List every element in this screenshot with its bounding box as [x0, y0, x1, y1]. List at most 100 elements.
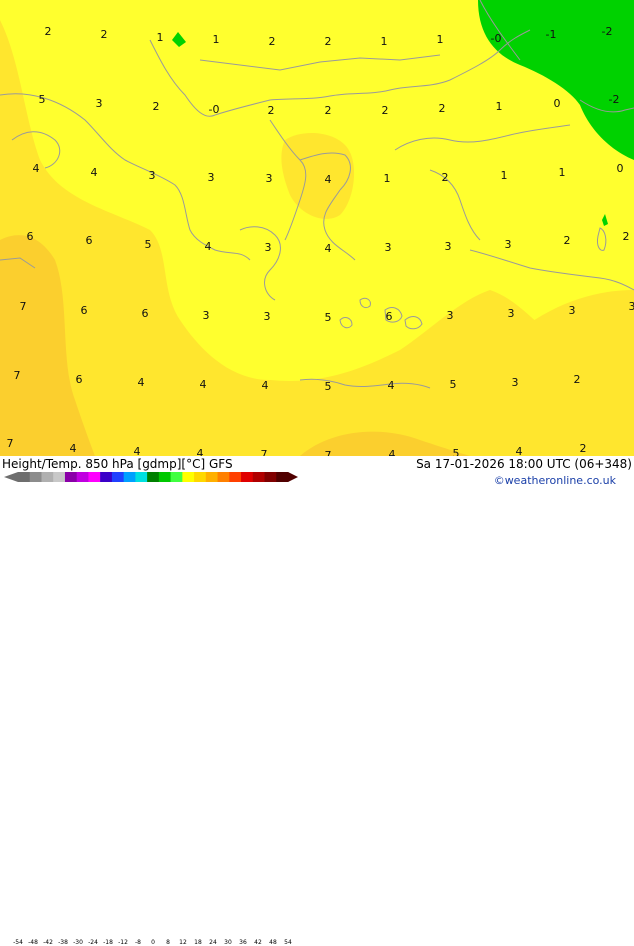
temp-label: 7	[325, 449, 332, 456]
scale-tick-label: 54	[284, 939, 292, 946]
scale-swatch	[77, 472, 89, 482]
temp-label: 4	[388, 379, 395, 392]
temp-label: 3	[265, 241, 272, 254]
temp-label: 4	[200, 378, 207, 391]
scale-swatch	[206, 472, 218, 482]
temp-label: 2	[269, 35, 276, 48]
scale-swatch	[53, 472, 65, 482]
credit-link[interactable]: ©weatheronline.co.uk	[494, 474, 616, 487]
temp-label: 6	[142, 307, 149, 320]
temp-label: 3	[447, 309, 454, 322]
scale-tick-label: 42	[254, 939, 262, 946]
temp-label: 7	[261, 448, 268, 456]
temp-label: 3	[505, 238, 512, 251]
scale-swatch	[124, 472, 136, 482]
temp-label: 2	[45, 25, 52, 38]
temp-label: -0	[209, 103, 220, 116]
scale-arrow-right	[288, 472, 298, 482]
scale-tick-label: -30	[73, 939, 83, 946]
color-scale-bar	[0, 471, 300, 483]
map-canvas: 22112211-0-1-2532-0222210-24433341211066…	[0, 0, 634, 456]
temp-label: 1	[381, 35, 388, 48]
temp-label: 4	[389, 448, 396, 456]
temp-label: 6	[27, 230, 34, 243]
temp-label: 5	[325, 311, 332, 324]
scale-swatch	[147, 472, 159, 482]
temp-label: 0	[617, 162, 624, 175]
temp-label: -1	[546, 28, 557, 41]
temp-label: 2	[574, 373, 581, 386]
scale-tick-label: -48	[28, 939, 38, 946]
scale-swatch	[194, 472, 206, 482]
temp-label: 2	[580, 442, 587, 455]
temp-label: 4	[138, 376, 145, 389]
temp-label: 2	[442, 171, 449, 184]
temp-label: 1	[501, 169, 508, 182]
temp-label: 3	[445, 240, 452, 253]
temp-label: 4	[134, 445, 141, 456]
temp-label: 2	[564, 234, 571, 247]
temp-label: 0	[554, 97, 561, 110]
scale-tick-label: 48	[269, 939, 277, 946]
temp-label: 2	[382, 104, 389, 117]
scale-swatch	[65, 472, 77, 482]
temp-label: -2	[602, 25, 613, 38]
scale-tick-label: 24	[209, 939, 217, 946]
scale-tick-label: -24	[88, 939, 98, 946]
scale-tick-label: -42	[43, 939, 53, 946]
scale-tick-label: -38	[58, 939, 68, 946]
temp-label: 1	[496, 100, 503, 113]
scale-swatch	[135, 472, 147, 482]
temp-label: 3	[385, 241, 392, 254]
temp-label: 4	[197, 447, 204, 456]
temp-label: 3	[512, 376, 519, 389]
map-datetime: Sa 17-01-2026 18:00 UTC (06+348)	[416, 457, 632, 471]
map-footer: Height/Temp. 850 hPa [gdmp][°C] GFS Sa 1…	[0, 456, 634, 490]
scale-swatch	[182, 472, 194, 482]
scale-tick-label: -18	[103, 939, 113, 946]
scale-swatch	[88, 472, 100, 482]
scale-arrow-left	[4, 472, 18, 482]
temp-label: 4	[33, 162, 40, 175]
temp-label: 3	[508, 307, 515, 320]
scale-swatch	[171, 472, 183, 482]
weather-map: 22112211-0-1-2532-0222210-24433341211066…	[0, 0, 634, 456]
scale-swatch	[218, 472, 230, 482]
map-title: Height/Temp. 850 hPa [gdmp][°C] GFS	[2, 457, 233, 471]
scale-tick-label: 30	[224, 939, 232, 946]
temp-label: 2	[623, 230, 630, 243]
temp-label: 4	[70, 442, 77, 455]
temp-label: 6	[86, 234, 93, 247]
temp-label: 2	[325, 104, 332, 117]
temp-label: -0	[491, 32, 502, 45]
scale-swatch	[253, 472, 265, 482]
temp-label: 3	[149, 169, 156, 182]
temp-label: 7	[7, 437, 14, 450]
temp-label: 1	[559, 166, 566, 179]
temp-label: 5	[145, 238, 152, 251]
temp-label: 3	[96, 97, 103, 110]
temp-label: 3	[266, 172, 273, 185]
temp-label: 1	[213, 33, 220, 46]
temp-label: 4	[325, 242, 332, 255]
scale-swatch	[41, 472, 53, 482]
temp-label: 2	[101, 28, 108, 41]
scale-swatch	[229, 472, 241, 482]
scale-tick-label: 0	[151, 939, 155, 946]
scale-tick-label: -12	[118, 939, 128, 946]
temp-label: 3	[629, 300, 634, 313]
temp-label: 1	[157, 31, 164, 44]
color-scale-ticks: -54-48-42-38-30-24-18-12-808121824303642…	[18, 939, 294, 946]
scale-swatch	[159, 472, 171, 482]
temp-label: 5	[453, 447, 460, 456]
scale-tick-label: 8	[166, 939, 170, 946]
temp-label: 3	[203, 309, 210, 322]
temp-label: 6	[81, 304, 88, 317]
temp-label: 1	[437, 33, 444, 46]
scale-swatch	[241, 472, 253, 482]
temp-label: 4	[262, 379, 269, 392]
temp-label: 2	[268, 104, 275, 117]
temp-label: 5	[39, 93, 46, 106]
scale-tick-label: 18	[194, 939, 202, 946]
temp-label: 2	[439, 102, 446, 115]
